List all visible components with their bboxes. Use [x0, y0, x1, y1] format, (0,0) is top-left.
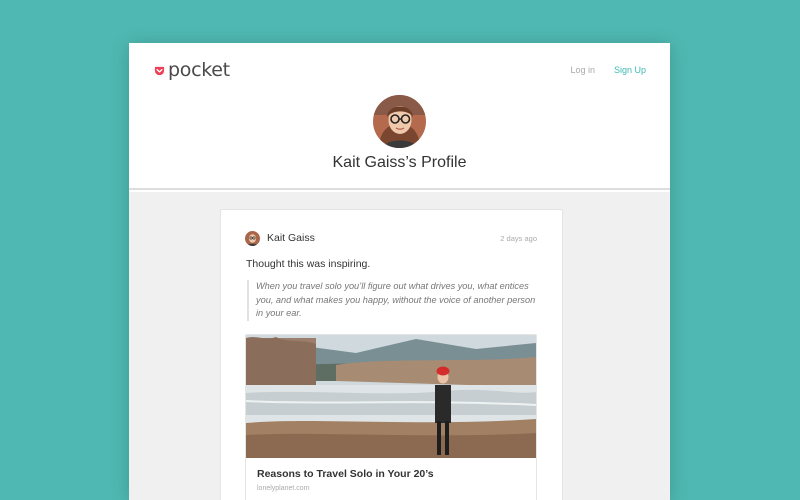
article-preview[interactable]: Reasons to Travel Solo in Your 20’s lone…	[245, 334, 537, 500]
author-avatar[interactable]	[245, 230, 260, 246]
article-title[interactable]: Reasons to Travel Solo in Your 20’s	[257, 468, 434, 480]
profile-header: pocket Log in Sign Up Kait Gaiss’s Profi…	[129, 43, 670, 190]
post-timestamp: 2 days ago	[500, 233, 537, 243]
user-avatar-icon	[373, 95, 426, 148]
post-header: Kait Gaiss 2 days ago	[245, 230, 537, 246]
pocket-logo[interactable]: pocket	[154, 59, 230, 81]
profile-title: Kait Gaiss’s Profile	[332, 154, 467, 171]
app-window: pocket Log in Sign Up Kait Gaiss’s Profi…	[129, 43, 670, 500]
logo-text: pocket	[168, 59, 230, 81]
post-card: Kait Gaiss 2 days ago Thought this was i…	[220, 209, 563, 500]
signup-link[interactable]: Sign Up	[614, 65, 646, 75]
post-quote: When you travel solo you’ll figure out w…	[247, 280, 539, 321]
profile-avatar	[373, 95, 426, 148]
author-name[interactable]: Kait Gaiss	[267, 232, 315, 244]
user-avatar-small-icon	[245, 230, 260, 246]
post-comment: Thought this was inspiring.	[246, 258, 371, 270]
login-link[interactable]: Log in	[570, 65, 595, 75]
top-nav: Log in Sign Up	[570, 65, 646, 75]
article-source[interactable]: lonelyplanet.com	[257, 485, 310, 492]
pocket-logo-icon	[154, 66, 165, 75]
river-landscape-photo-icon	[246, 335, 536, 458]
